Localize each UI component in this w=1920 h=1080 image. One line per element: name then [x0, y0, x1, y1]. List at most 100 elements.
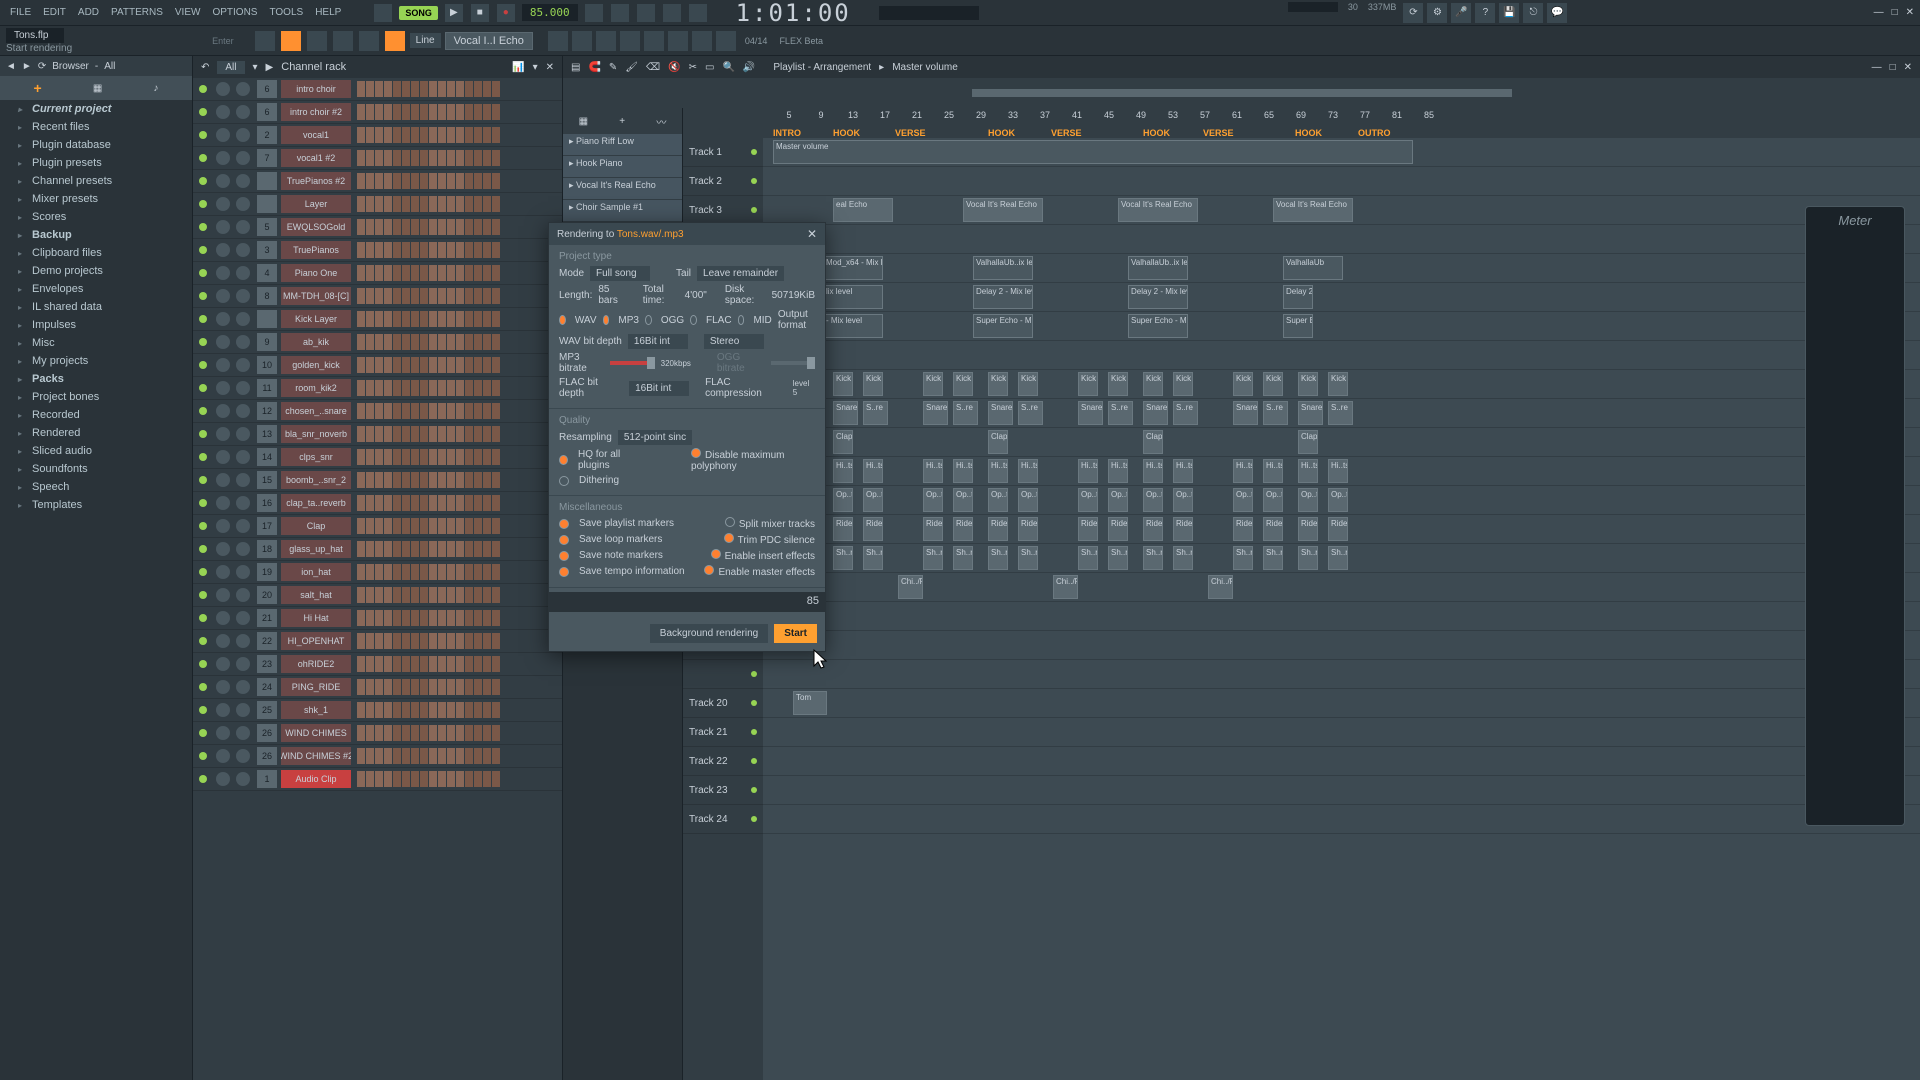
channel-row[interactable]: Layer — [193, 193, 562, 216]
playlist-clip[interactable]: Hi..ts — [1018, 459, 1038, 483]
save-icon[interactable]: 💾 — [1498, 2, 1520, 24]
save-loop-check[interactable] — [559, 535, 569, 545]
enable-master-check[interactable] — [704, 565, 714, 575]
arrangement-marker[interactable]: HOOK — [1143, 128, 1170, 138]
picker-item[interactable]: ▸ Hook Piano — [563, 156, 682, 178]
browser-item[interactable]: Impulses — [0, 316, 192, 334]
menu-add[interactable]: ADD — [74, 5, 103, 20]
render-icon[interactable]: ⎋ — [1522, 2, 1544, 24]
menu-patterns[interactable]: PATTERNS — [107, 5, 167, 20]
playlist-clip[interactable]: Delay 2 - Mix level — [973, 285, 1033, 309]
playlist-clip[interactable]: Op..t — [1018, 488, 1038, 512]
dither-check[interactable] — [559, 476, 569, 486]
playlist-clip[interactable]: Op..t — [1108, 488, 1128, 512]
playlist-clip[interactable]: Delay 2 — [1283, 285, 1313, 309]
playlist-clip[interactable]: Sh..r — [1298, 546, 1318, 570]
plugin-picker[interactable]: Vocal I..I Echo — [445, 32, 533, 50]
menu-options[interactable]: OPTIONS — [208, 5, 261, 20]
track-header[interactable]: Track 21 — [683, 718, 763, 747]
tail-select[interactable]: Leave remainder — [697, 266, 784, 281]
arrangement-marker[interactable]: INTRO — [773, 128, 801, 138]
view-piano-roll[interactable] — [306, 30, 328, 52]
playlist-clip[interactable]: Kick — [833, 372, 853, 396]
browser-item[interactable]: Envelopes — [0, 280, 192, 298]
bg-render-button[interactable]: Background rendering — [650, 624, 768, 643]
wait-input[interactable] — [636, 3, 656, 23]
browser-item[interactable]: Clipboard files — [0, 244, 192, 262]
pl-select-icon[interactable]: ▭ — [705, 62, 714, 73]
browser-item[interactable]: Recorded — [0, 406, 192, 424]
playlist-clip[interactable]: Delay 2 - Mix level — [1128, 285, 1188, 309]
playlist-clip[interactable]: Kick — [953, 372, 973, 396]
render-close[interactable]: ✕ — [807, 227, 817, 241]
mid-radio[interactable] — [738, 315, 745, 325]
cr-graph-icon[interactable]: 📊 — [512, 62, 524, 73]
playlist-clip[interactable]: Kick — [1298, 372, 1318, 396]
snap-select[interactable]: Line — [410, 33, 441, 48]
playlist-clip[interactable]: ValhallaUb — [1283, 256, 1343, 280]
playlist-clip[interactable]: Ride — [1173, 517, 1193, 541]
channel-row[interactable]: 18glass_up_hat — [193, 538, 562, 561]
playlist-clip[interactable]: S..re — [1018, 401, 1043, 425]
channel-row[interactable]: 6intro choir #2 — [193, 101, 562, 124]
playlist-clip[interactable]: Master volume — [773, 140, 1413, 164]
pl-close[interactable]: ✕ — [1904, 62, 1912, 73]
browser-item[interactable]: Plugin database — [0, 136, 192, 154]
play-button[interactable]: ▶ — [444, 3, 464, 23]
channel-row[interactable]: 19ion_hat — [193, 561, 562, 584]
channel-row[interactable]: 10golden_kick — [193, 354, 562, 377]
playlist-clip[interactable]: Ride — [988, 517, 1008, 541]
playlist-clip[interactable]: Snare — [988, 401, 1013, 425]
hq-check[interactable] — [559, 455, 568, 465]
browser-back[interactable]: ◄ — [6, 61, 16, 72]
channel-row[interactable]: Kick Layer — [193, 308, 562, 331]
playlist-grid[interactable]: 5913172125293337414549535761656973778185… — [763, 108, 1920, 1080]
playlist-clip[interactable]: Chi../R — [1053, 575, 1078, 599]
channel-row[interactable]: 3TruePianos — [193, 239, 562, 262]
mp3-radio[interactable] — [603, 315, 610, 325]
track-header[interactable]: Track 1 — [683, 138, 763, 167]
maximize-button[interactable]: □ — [1892, 7, 1898, 18]
channel-row[interactable]: 12chosen_..snare — [193, 400, 562, 423]
playlist-clip[interactable]: Snare — [1298, 401, 1323, 425]
channel-row[interactable]: TruePianos #2 — [193, 170, 562, 193]
channel-row[interactable]: 13bla_snr_noverb — [193, 423, 562, 446]
channel-row[interactable]: 24PING_RIDE — [193, 676, 562, 699]
playlist-clip[interactable]: Clap — [988, 430, 1008, 454]
menu-edit[interactable]: EDIT — [39, 5, 70, 20]
playlist-clip[interactable]: Hi..ts — [1143, 459, 1163, 483]
channel-row[interactable]: 23ohRIDE2 — [193, 653, 562, 676]
pl-pencil-icon[interactable]: ✎ — [609, 62, 617, 73]
save-tempo-check[interactable] — [559, 567, 569, 577]
wav-bitdepth-select[interactable]: 16Bit int — [628, 334, 688, 349]
playlist-clip[interactable]: Super Echo - Mix level — [973, 314, 1033, 338]
track-header[interactable]: Track 20 — [683, 689, 763, 718]
playlist-clip[interactable]: Snare — [1233, 401, 1258, 425]
channel-row[interactable]: 14clps_snr — [193, 446, 562, 469]
playlist-clip[interactable]: Ride — [1263, 517, 1283, 541]
playlist-clip[interactable]: Sh..r — [1233, 546, 1253, 570]
channel-row[interactable]: 25shk_1 — [193, 699, 562, 722]
playlist-clip[interactable]: Sh..r — [833, 546, 853, 570]
playlist-clip[interactable]: Vocal It's Real Echo — [963, 198, 1043, 222]
arrangement-marker[interactable]: VERSE — [895, 128, 926, 138]
pl-slip-icon[interactable]: ✂ — [689, 62, 697, 73]
pl-menu-icon[interactable]: ▤ — [571, 62, 580, 73]
wav-radio[interactable] — [559, 315, 566, 325]
playlist-clip[interactable]: lix level — [823, 285, 883, 309]
browser-item[interactable]: My projects — [0, 352, 192, 370]
playlist-clip[interactable]: Sh..r — [863, 546, 883, 570]
playlist-clip[interactable]: S..re — [1108, 401, 1133, 425]
browser-item[interactable]: Demo projects — [0, 262, 192, 280]
playlist-clip[interactable]: Ride — [1108, 517, 1128, 541]
playlist-ruler[interactable]: 5913172125293337414549535761656973778185… — [763, 108, 1920, 138]
playlist-clip[interactable]: Ride — [863, 517, 883, 541]
playlist-clip[interactable]: Super Echo - Mix level — [1128, 314, 1188, 338]
playlist-clip[interactable]: Op..t — [1078, 488, 1098, 512]
playlist-clip[interactable]: Kick — [1143, 372, 1163, 396]
channel-row[interactable]: 8MM-TDH_08-[C] — [193, 285, 562, 308]
picker-grid-icon[interactable]: ▦ — [579, 116, 588, 127]
mode-select[interactable]: Full song — [590, 266, 650, 281]
playlist-clip[interactable]: Kick — [1263, 372, 1283, 396]
record-button[interactable]: ● — [496, 3, 516, 23]
